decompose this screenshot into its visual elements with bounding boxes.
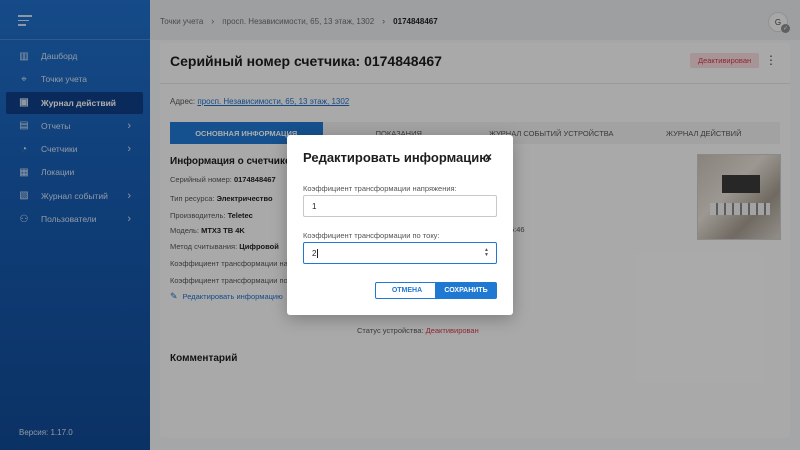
current-ratio-value: 2 [312, 248, 317, 258]
voltage-ratio-input[interactable]: 1 [303, 195, 497, 217]
current-ratio-label: Коэффициент трансформации по току: [303, 231, 440, 240]
stepper-down-icon[interactable]: ▼ [484, 253, 489, 258]
save-button[interactable]: СОХРАНИТЬ [435, 282, 497, 299]
edit-info-dialog: Редактировать информацию × Коэффициент т… [287, 135, 513, 315]
cancel-button[interactable]: ОТМЕНА [375, 282, 439, 299]
voltage-ratio-label: Коэффициент трансформации напряжения: [303, 184, 457, 193]
current-ratio-input[interactable]: 2 ▲ ▼ [303, 242, 497, 264]
number-stepper[interactable]: ▲ ▼ [484, 248, 489, 258]
dialog-title: Редактировать информацию [303, 150, 491, 165]
text-caret [317, 248, 319, 258]
close-icon[interactable]: × [485, 150, 492, 164]
voltage-ratio-value: 1 [312, 201, 317, 211]
